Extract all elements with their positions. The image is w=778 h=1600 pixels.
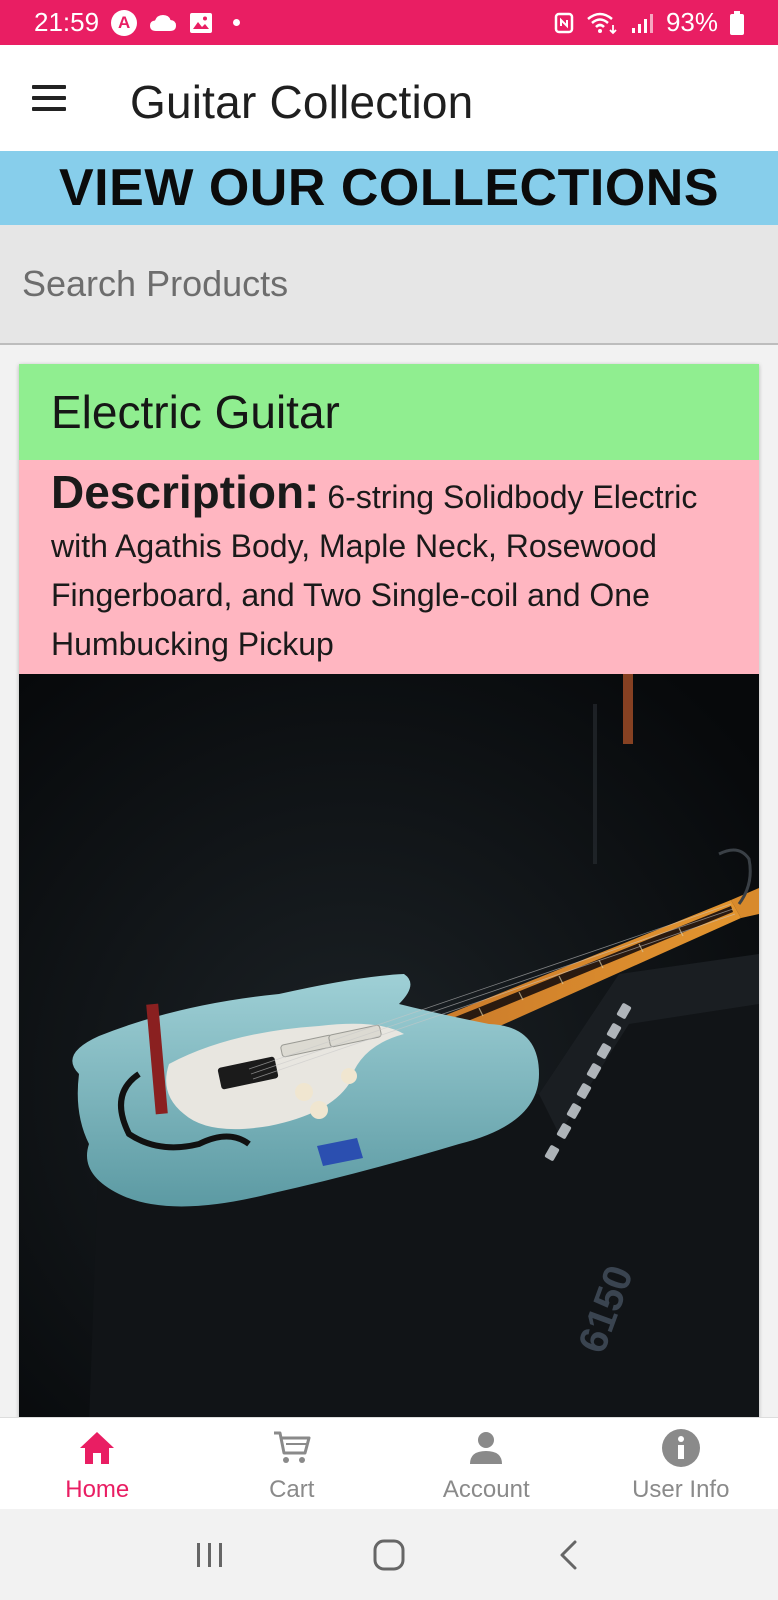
product-title: Electric Guitar (51, 386, 340, 438)
signal-icon (630, 12, 654, 34)
battery-percent: 93% (665, 7, 718, 37)
product-card[interactable]: Electric Guitar Description: 6-string Sol… (19, 364, 759, 1424)
search-input[interactable] (0, 225, 778, 343)
wifi-icon (586, 11, 618, 35)
banner-text: VIEW OUR COLLECTIONS (59, 159, 719, 217)
nav-account[interactable]: Account (389, 1418, 584, 1509)
product-image[interactable]: 6150 (19, 674, 759, 1424)
home-circle-icon[interactable] (359, 1525, 419, 1585)
description-label: Description: (51, 466, 320, 518)
a-badge-icon: A (111, 9, 138, 36)
nav-account-label: Account (442, 1476, 530, 1503)
cart-icon (270, 1426, 314, 1470)
battery-icon (730, 10, 744, 35)
nav-user-info[interactable]: User Info (584, 1418, 778, 1509)
guitar-photo: 6150 (19, 674, 759, 1424)
collections-banner: VIEW OUR COLLECTIONS (0, 151, 778, 225)
info-icon (659, 1426, 703, 1470)
nav-user-info-label: User Info (632, 1476, 730, 1503)
system-nav (0, 1509, 778, 1600)
dot-icon (233, 19, 241, 26)
home-icon (75, 1426, 119, 1470)
cloud-icon (149, 14, 177, 32)
recents-icon[interactable] (180, 1525, 240, 1585)
status-left: 21:59 A (34, 7, 241, 38)
product-title-bar: Electric Guitar (19, 364, 759, 460)
nav-home[interactable]: Home (0, 1418, 195, 1509)
bottom-nav: Home Cart Account User Info (0, 1417, 778, 1509)
menu-icon[interactable] (32, 85, 68, 111)
nav-home-label: Home (65, 1476, 130, 1503)
app-title: Guitar Collection (130, 76, 474, 128)
status-bar: 21:59 A 93% (0, 0, 778, 45)
person-icon (464, 1426, 508, 1470)
status-time: 21:59 (34, 7, 100, 37)
back-icon[interactable] (538, 1525, 598, 1585)
app-bar: Guitar Collection (0, 45, 778, 151)
nav-cart-label: Cart (269, 1476, 315, 1503)
product-description: Description: 6-string Solidbody Electric … (19, 460, 759, 674)
nav-cart[interactable]: Cart (195, 1418, 390, 1509)
screen: 21:59 A 93% Guitar Collection VIEW OUR C… (0, 0, 778, 1600)
search-bar (0, 225, 778, 345)
nfc-icon (554, 12, 574, 34)
image-icon (189, 12, 213, 34)
status-right: 93% (554, 7, 744, 38)
